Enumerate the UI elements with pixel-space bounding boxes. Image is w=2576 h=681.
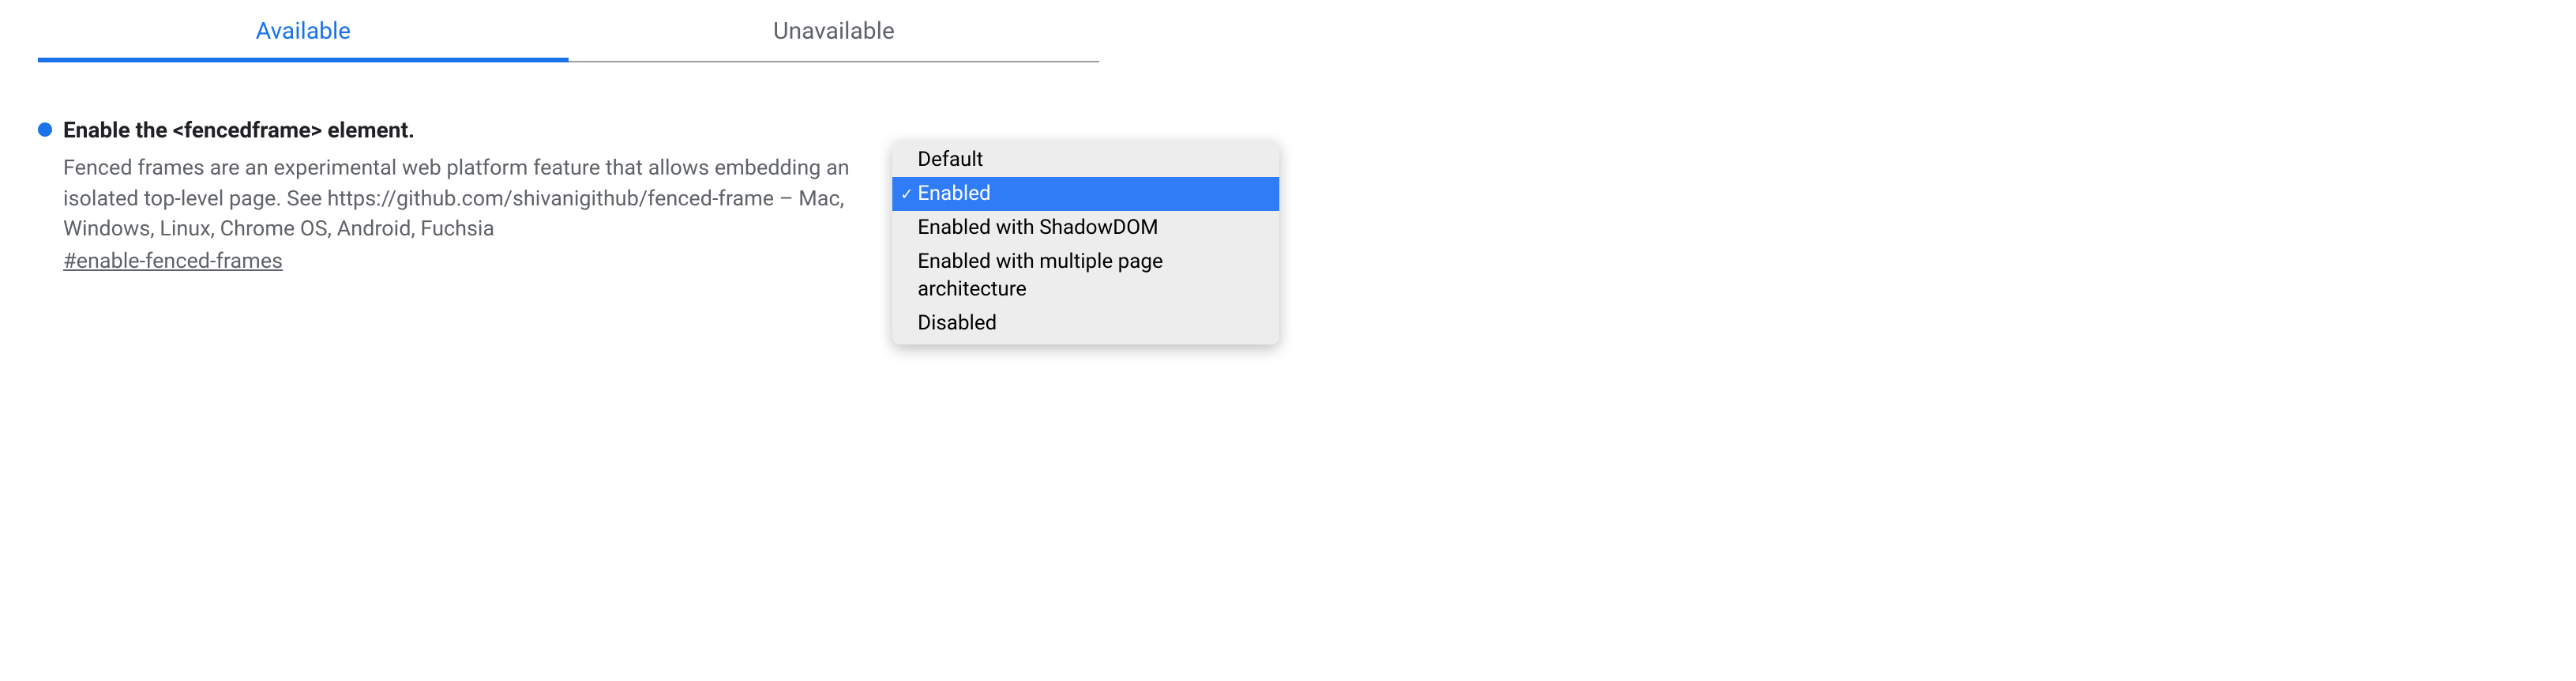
flag-description: Fenced frames are an experimental web pl… <box>63 152 865 243</box>
dropdown-option-enabled-shadowdom[interactable]: Enabled with ShadowDOM <box>892 211 1279 245</box>
dropdown-option-default[interactable]: Default <box>892 143 1279 177</box>
dropdown-option-label: Disabled <box>918 311 997 335</box>
dropdown-option-disabled[interactable]: Disabled <box>892 307 1279 340</box>
flag-state-dropdown[interactable]: Default ✓ Enabled Enabled with ShadowDOM… <box>892 140 1279 344</box>
dropdown-option-label: Enabled with multiple page architecture <box>918 250 1163 301</box>
check-icon: ✓ <box>900 183 914 205</box>
flag-entry: Enable the <fencedframe> element. Fenced… <box>38 116 2489 273</box>
dropdown-option-enabled-mparch[interactable]: Enabled with multiple page architecture <box>892 245 1279 307</box>
tab-bar: Available Unavailable <box>38 0 1099 62</box>
dropdown-option-enabled[interactable]: ✓ Enabled <box>892 177 1279 211</box>
dropdown-option-label: Enabled with ShadowDOM <box>918 216 1158 239</box>
flag-anchor-link[interactable]: #enable-fenced-frames <box>63 248 283 273</box>
tab-available[interactable]: Available <box>38 0 569 61</box>
dropdown-option-label: Enabled <box>918 182 991 205</box>
tab-unavailable[interactable]: Unavailable <box>569 0 1099 61</box>
dropdown-option-label: Default <box>918 148 983 171</box>
flag-text-block: Enable the <fencedframe> element. Fenced… <box>63 116 865 273</box>
flag-title: Enable the <fencedframe> element. <box>63 116 865 145</box>
modified-indicator-icon <box>38 122 52 137</box>
